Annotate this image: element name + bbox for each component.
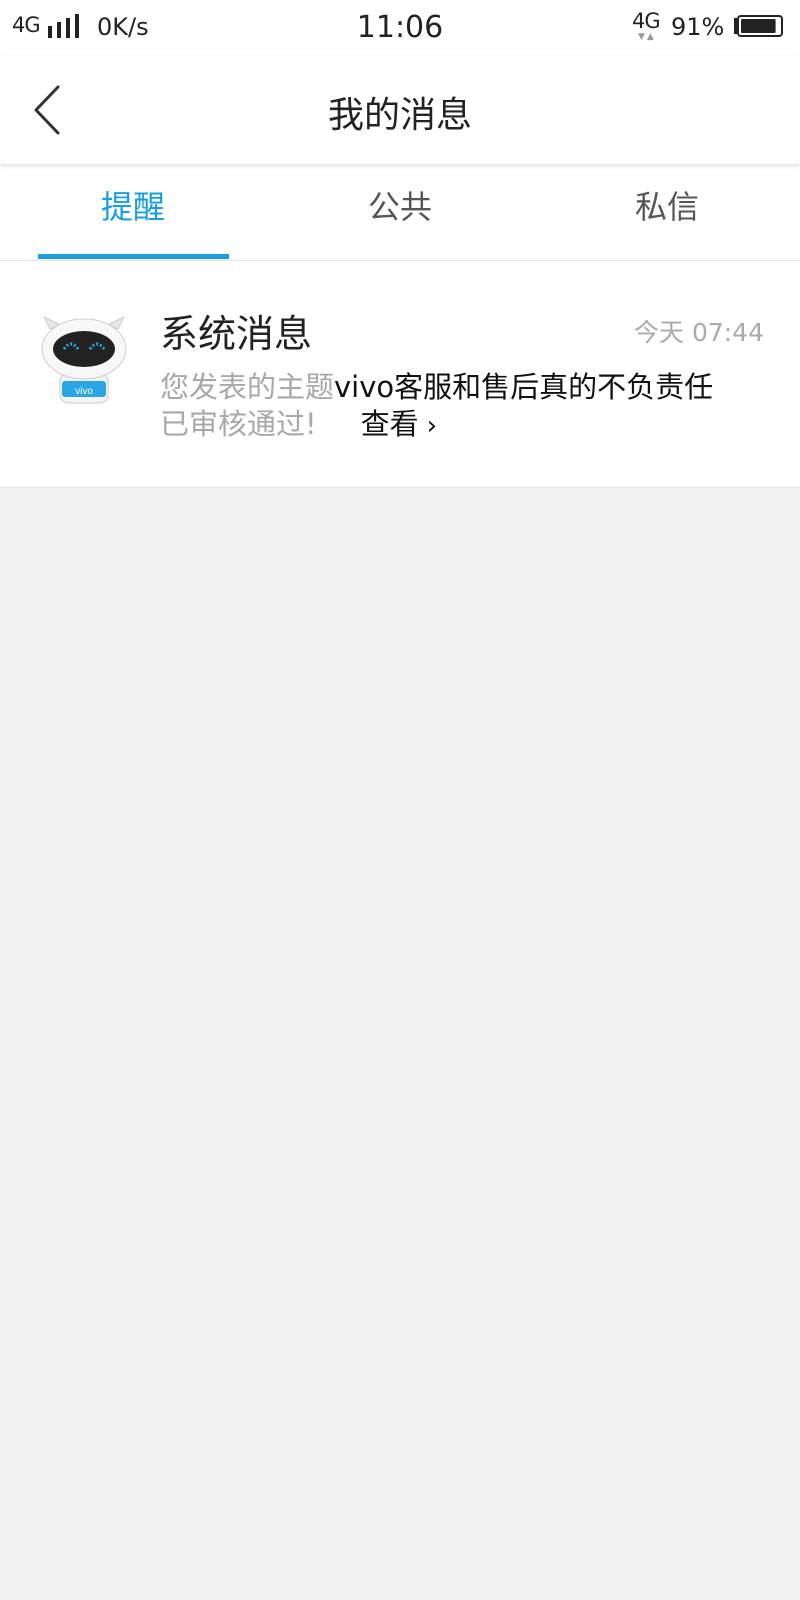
view-link[interactable]: 查看 › xyxy=(361,407,437,441)
nav-bar: 我的消息 xyxy=(0,56,800,164)
message-list: vivo 系统消息 今天 07:44 您发表的主题vivo客服和售后真的不负责任… xyxy=(0,261,800,488)
chevron-right-icon: › xyxy=(426,411,438,441)
tab-bar: 提醒 公共 私信 xyxy=(0,164,800,261)
mobile-data-label: 4G xyxy=(632,9,661,33)
battery-icon xyxy=(734,15,783,37)
tab-private-messages[interactable]: 私信 xyxy=(534,164,800,260)
tab-public[interactable]: 公共 xyxy=(267,164,533,260)
message-time: 今天 07:44 xyxy=(634,318,764,347)
avatar-logo-text: vivo xyxy=(75,386,93,397)
vivo-robot-avatar-icon: vivo xyxy=(41,315,127,404)
message-body: 您发表的主题vivo客服和售后真的不负责任 已审核通过! 查看 › xyxy=(160,369,770,445)
tab-reminders[interactable]: 提醒 xyxy=(0,164,266,260)
screen: 4G 0K/s 11:06 4G ▼▲ 91% 我的消息 提醒 公共 私信 vi… xyxy=(0,0,800,1600)
message-topic-link[interactable]: vivo客服和售后真的不负责任 xyxy=(334,370,713,404)
message-item-system[interactable]: vivo 系统消息 今天 07:44 您发表的主题vivo客服和售后真的不负责任… xyxy=(0,261,800,488)
message-body-suffix: 已审核通过! xyxy=(160,407,317,441)
data-activity-icon: ▼▲ xyxy=(638,32,656,42)
message-body-prefix: 您发表的主题 xyxy=(160,370,335,404)
message-title: 系统消息 xyxy=(160,312,313,356)
page-title: 我的消息 xyxy=(327,95,472,136)
status-bar: 4G 0K/s 11:06 4G ▼▲ 91% xyxy=(0,0,800,56)
active-tab-indicator xyxy=(38,254,229,259)
battery-percent: 91% xyxy=(671,13,725,41)
view-link-label: 查看 xyxy=(360,407,419,441)
